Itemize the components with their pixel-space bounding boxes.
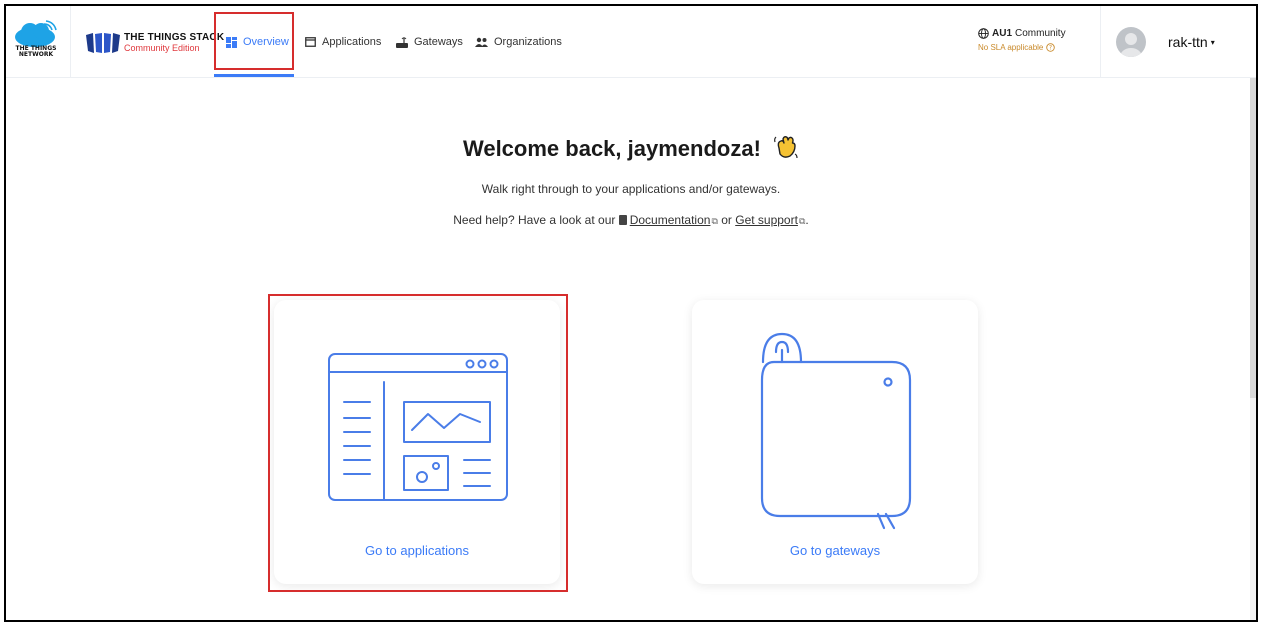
sla-text: No SLA applicable [978,43,1044,52]
user-menu[interactable]: rak-ttn ▾ [1116,26,1215,58]
nav-applications[interactable]: Applications [305,6,381,78]
avatar-icon [1116,27,1146,57]
nav-organizations[interactable]: Organizations [475,6,562,78]
welcome-text: Welcome back, jaymendoza! [462,135,761,161]
overview-highlight-box [214,12,294,70]
ttn-wordmark: THE THINGS NETWORK [14,46,58,58]
header-divider [70,6,71,78]
sla-status: No SLA applicable ? [978,43,1098,52]
cluster-id: AU1 [992,28,1013,39]
top-header: THE THINGS NETWORK THE THINGS STACK Comm… [6,6,1256,78]
app-frame: THE THINGS NETWORK THE THINGS STACK Comm… [4,4,1258,622]
tts-subtitle: Community Edition [124,43,200,53]
header-divider-right [1100,6,1101,78]
ttn-wordmark-line2: NETWORK [18,51,54,58]
cluster-name: AU1 Community [978,28,1098,39]
help-icon[interactable]: ? [1046,43,1056,52]
documentation-link[interactable]: Documentation [630,213,711,227]
help-line: Need help? Have a look at our Documentat… [6,213,1256,227]
applications-highlight-box [268,294,568,592]
nav-applications-label: Applications [322,36,382,48]
welcome-subtitle: Walk right through to your applications … [481,182,781,196]
nav-gateways[interactable]: Gateways [396,6,463,78]
help-or: or [721,213,732,227]
go-to-gateways-card[interactable]: Go to gateways [692,300,978,584]
cluster-label: Community [1015,28,1066,39]
help-prefix: Need help? Have a look at our [453,213,616,227]
scrollbar-thumb[interactable] [1250,78,1256,398]
gateway-illustration-icon [760,332,912,530]
nav-organizations-label: Organizations [494,36,562,48]
people-icon [475,37,488,47]
svg-text:?: ? [1049,45,1052,52]
cluster-selector[interactable]: AU1 Community No SLA applicable ? [978,28,1098,52]
tts-title: THE THINGS STACK [124,32,225,43]
nav-gateways-label: Gateways [414,36,463,48]
go-to-gateways-label: Go to gateways [789,543,881,558]
window-icon [305,37,316,47]
book-icon [618,215,627,225]
globe-icon [978,28,989,39]
nav-active-indicator [214,74,294,77]
gateway-icon [396,36,408,48]
welcome-heading: Welcome back, jaymendoza! [6,134,1256,166]
help-suffix: . [805,213,809,227]
waving-hand-icon [773,134,799,166]
external-link-icon: ⧉ [711,216,718,226]
tts-logo-icon[interactable] [86,33,120,53]
chevron-down-icon: ▾ [1210,37,1215,47]
get-support-link[interactable]: Get support [735,213,798,227]
user-name: rak-ttn [1168,34,1208,50]
